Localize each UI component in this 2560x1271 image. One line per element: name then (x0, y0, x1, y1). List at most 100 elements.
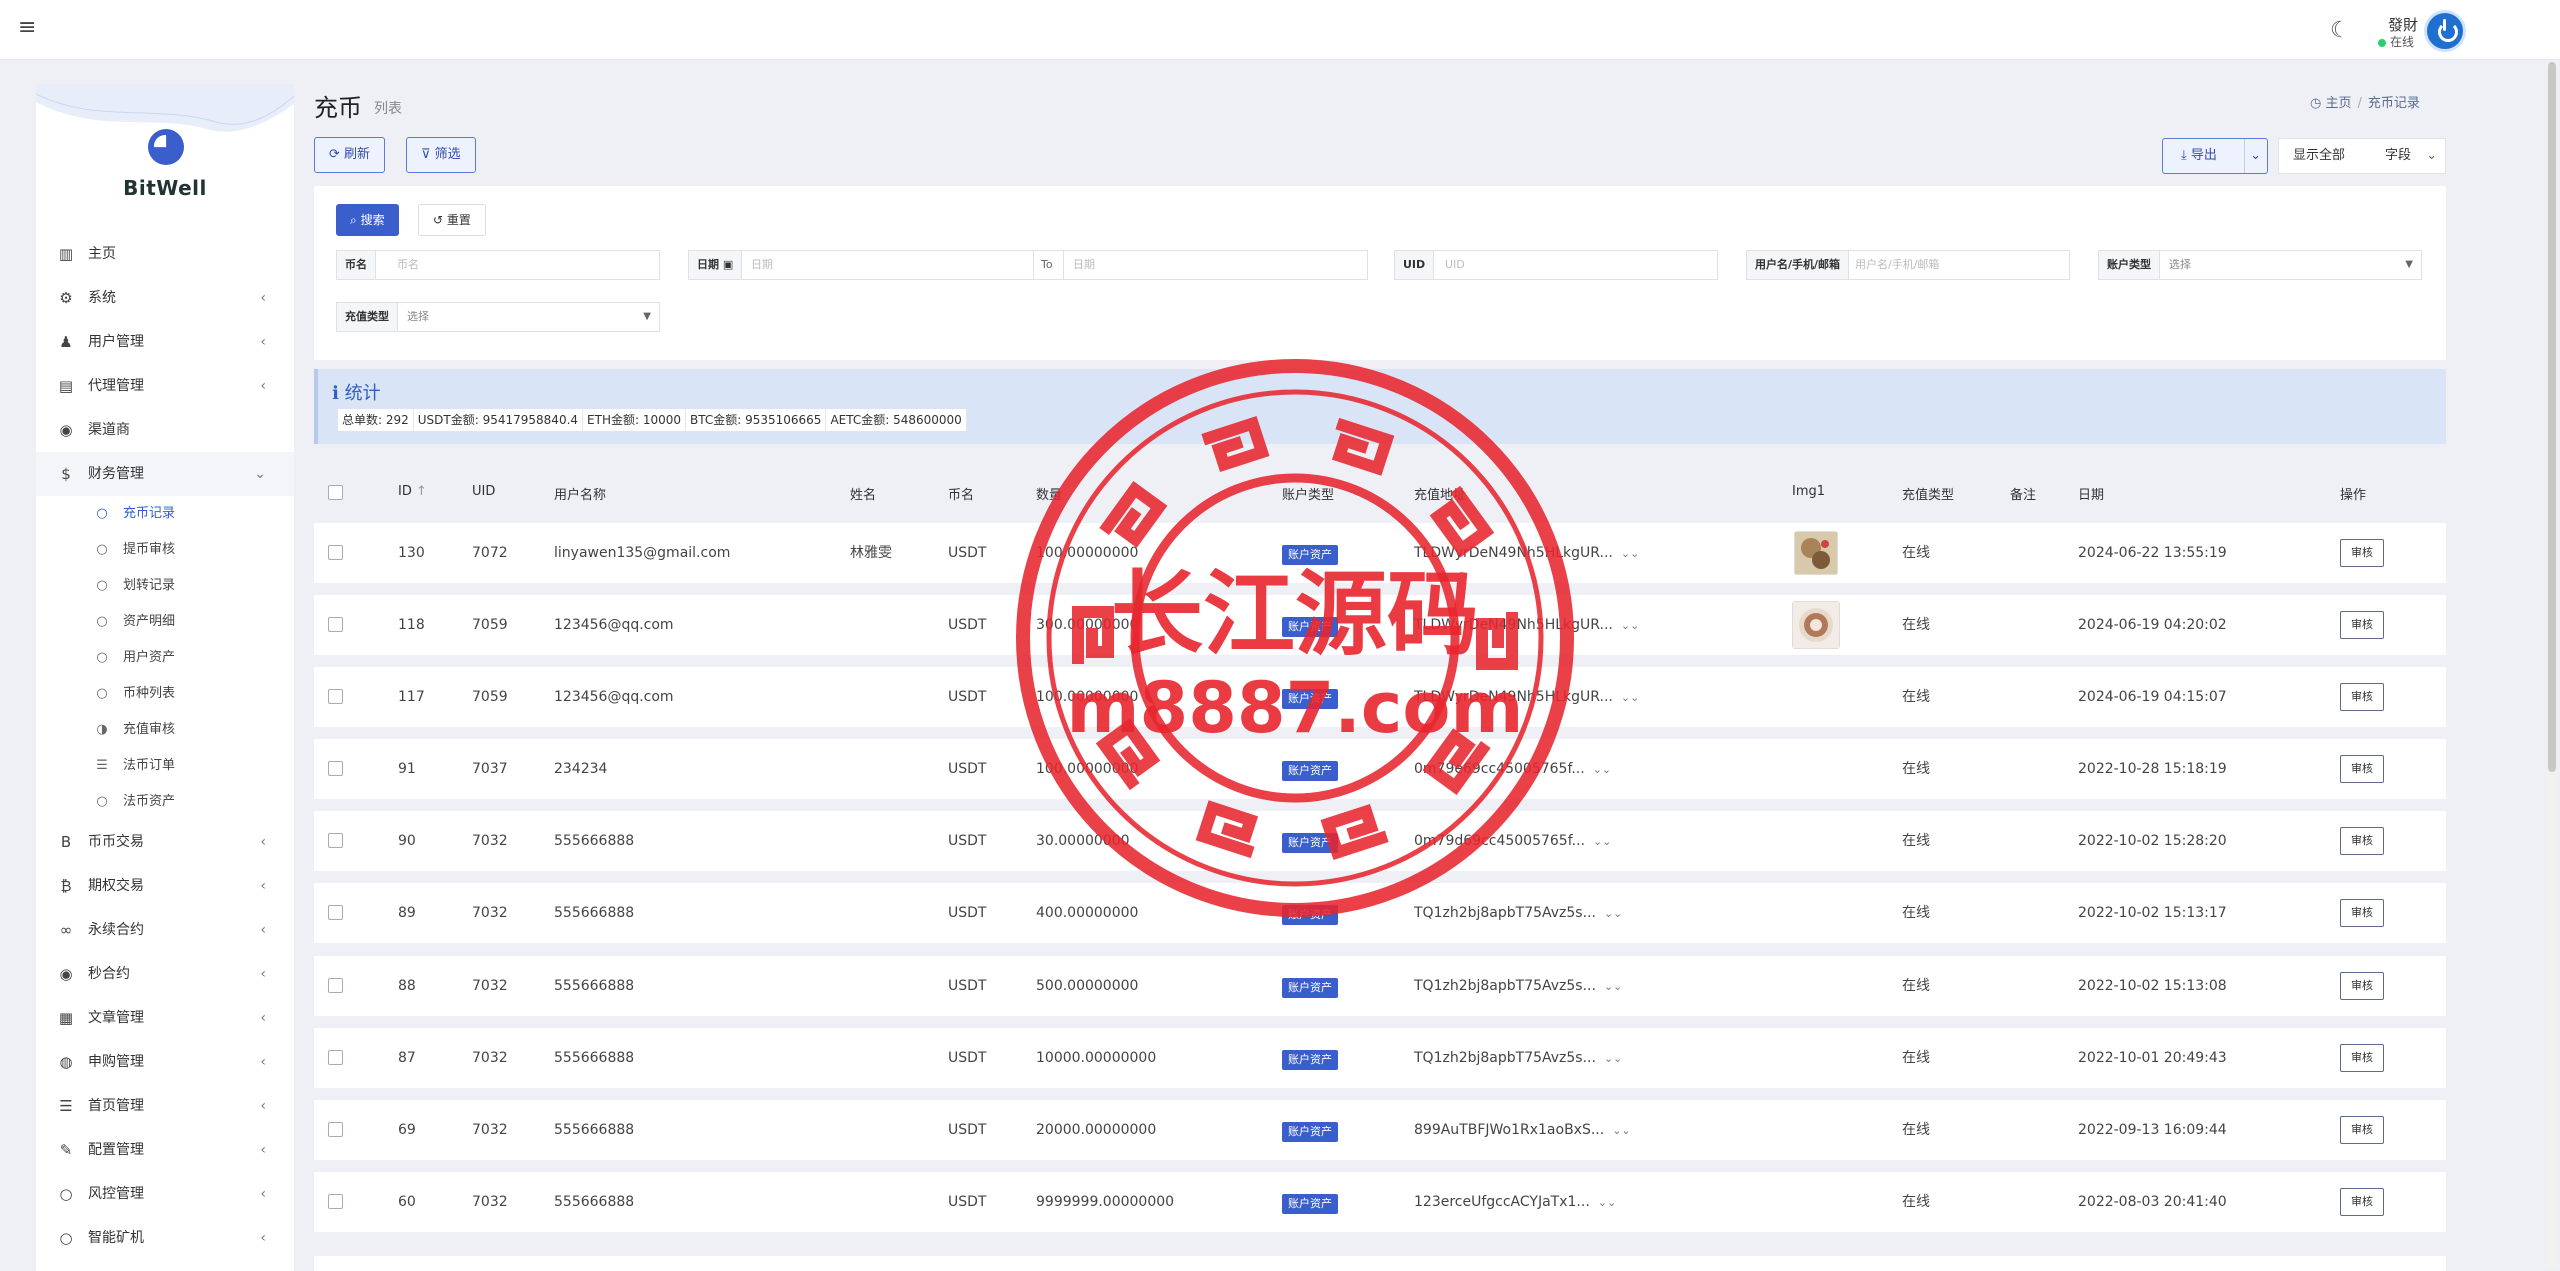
row-checkbox[interactable] (328, 978, 343, 993)
sidebar-subitem[interactable]: ○ 用户资产 (36, 640, 294, 676)
column-selector[interactable]: 显示全部 字段 ⌄ (2278, 138, 2446, 174)
sidebar-item[interactable]: ▥ 主页 (36, 232, 294, 276)
select-all-checkbox[interactable] (328, 485, 343, 500)
expand-chevron-icon[interactable]: ⌄⌄ (1604, 980, 1622, 993)
sidebar-subitem[interactable]: ○ 划转记录 (36, 568, 294, 604)
audit-button[interactable]: 审核 (2340, 1116, 2384, 1144)
cell-address[interactable]: TQ1zh2bj8apbT75Avz5s... ⌄⌄ (1414, 956, 1622, 1017)
sidebar-item[interactable]: ♟ 用户管理 ‹ (36, 320, 294, 364)
row-checkbox[interactable] (328, 689, 343, 704)
bitwell-logo-icon[interactable] (148, 129, 184, 165)
col-amount: 数量 (1036, 488, 1063, 503)
row-checkbox[interactable] (328, 1050, 343, 1065)
sidebar-subitem[interactable]: ○ 提币审核 (36, 532, 294, 568)
cell-address[interactable]: 123erceUfgccACYJaTx1... ⌄⌄ (1414, 1172, 1616, 1233)
audit-button[interactable]: 审核 (2340, 899, 2384, 927)
cell-address[interactable]: 0m79d69cc45005765f... ⌄⌄ (1414, 811, 1611, 872)
audit-button[interactable]: 审核 (2340, 1044, 2384, 1072)
app-name[interactable]: BitWell (36, 176, 294, 200)
sidebar-item[interactable]: B 币币交易 ‹ (36, 820, 294, 864)
expand-chevron-icon[interactable]: ⌄⌄ (1621, 619, 1639, 632)
breadcrumb: ◷ 主页 / 充币记录 (2310, 92, 2420, 111)
cell-coin: USDT (948, 761, 987, 777)
sidebar-subitem-label: 划转记录 (123, 578, 176, 593)
sidebar-item[interactable]: ∞ 永续合约 ‹ (36, 908, 294, 952)
thumbnail-image[interactable] (1794, 531, 1838, 575)
account-type-select[interactable]: 账户类型 选择 ▼ (2098, 250, 2422, 280)
breadcrumb-home[interactable]: 主页 (2325, 96, 2351, 111)
sidebar-item[interactable]: ▤ 代理管理 ‹ (36, 364, 294, 408)
row-checkbox[interactable] (328, 833, 343, 848)
cell-address[interactable]: TQ1zh2bj8apbT75Avz5s... ⌄⌄ (1414, 883, 1622, 944)
sidebar-item[interactable]: $ 财务管理 ⌄ (36, 452, 294, 496)
audit-button[interactable]: 审核 (2340, 755, 2384, 783)
col-id[interactable]: ID ↑ (398, 484, 427, 499)
expand-chevron-icon[interactable]: ⌄⌄ (1604, 907, 1622, 920)
sidebar-subitem[interactable]: ○ 币种列表 (36, 676, 294, 712)
audit-button[interactable]: 审核 (2340, 683, 2384, 711)
audit-button[interactable]: 审核 (2340, 972, 2384, 1000)
expand-chevron-icon[interactable]: ⌄⌄ (1604, 1052, 1622, 1065)
expand-chevron-icon[interactable]: ⌄⌄ (1612, 1124, 1630, 1137)
sidebar-item-label: 秒合约 (88, 966, 130, 982)
audit-button[interactable]: 审核 (2340, 1188, 2384, 1216)
search-button[interactable]: ⌕ 搜索 (336, 204, 399, 236)
row-checkbox[interactable] (328, 1194, 343, 1209)
expand-chevron-icon[interactable]: ⌄⌄ (1593, 763, 1611, 776)
sidebar-item[interactable]: ☰ 首页管理 ‹ (36, 1084, 294, 1128)
audit-button[interactable]: 审核 (2340, 539, 2384, 567)
filter-button[interactable]: ⊽ 筛选 (406, 137, 476, 173)
recharge-type-select[interactable]: 充值类型 选择 ▼ (336, 302, 660, 332)
expand-chevron-icon[interactable]: ⌄⌄ (1598, 1196, 1616, 1209)
sidebar-item[interactable]: ₿ 期权交易 ‹ (36, 864, 294, 908)
row-checkbox[interactable] (328, 617, 343, 632)
sidebar-subitem[interactable]: ☰ 法币订单 (36, 748, 294, 784)
fields-button[interactable]: 字段 (2385, 139, 2411, 173)
circle-icon: ○ (96, 650, 108, 665)
sidebar-item[interactable]: ▦ 文章管理 ‹ (36, 996, 294, 1040)
export-dropdown-icon[interactable]: ⌄ (2250, 139, 2261, 173)
sidebar-subitem[interactable]: ◑ 充值审核 (36, 712, 294, 748)
sidebar-item[interactable]: ⚙ 系统 ‹ (36, 276, 294, 320)
sidebar-item[interactable]: ◉ 秒合约 ‹ (36, 952, 294, 996)
refresh-button[interactable]: ⟳ 刷新 (314, 137, 386, 173)
date-range-field[interactable]: 日期 ▣ 日期 To 日期 (688, 250, 1368, 280)
sidebar-subitem[interactable]: ○ 法币资产 (36, 784, 294, 820)
cell-address[interactable]: TQ1zh2bj8apbT75Avz5s... ⌄⌄ (1414, 1028, 1622, 1089)
coin-field[interactable]: 币名 币名 (336, 250, 660, 280)
reset-button[interactable]: ↺ 重置 (418, 204, 486, 236)
search-panel: ⌕ 搜索 ↺ 重置 币名 币名 日期 ▣ 日期 To 日期 UID UID 用户… (314, 186, 2446, 360)
avatar[interactable] (2424, 10, 2466, 52)
row-checkbox[interactable] (328, 905, 343, 920)
audit-button[interactable]: 审核 (2340, 827, 2384, 855)
export-button[interactable]: ⤓ 导出 ⌄ (2162, 138, 2268, 174)
hamburger-menu-icon[interactable]: ≡ (18, 17, 38, 39)
sidebar-item[interactable]: ◍ 申购管理 ‹ (36, 1040, 294, 1084)
user-name[interactable]: 發財 (2388, 14, 2418, 35)
expand-chevron-icon[interactable]: ⌄⌄ (1621, 547, 1639, 560)
show-all-button[interactable]: 显示全部 (2293, 139, 2345, 173)
cell-address[interactable]: TLDWyrDeN49Nh5HLkgUR... ⌄⌄ (1414, 523, 1639, 584)
sidebar-subitem[interactable]: ○ 充币记录 (36, 496, 294, 532)
row-checkbox[interactable] (328, 761, 343, 776)
row-checkbox[interactable] (328, 545, 343, 560)
sidebar-item[interactable]: ○ 智能矿机 ‹ (36, 1216, 294, 1260)
sidebar-item[interactable]: ◉ 渠道商 (36, 408, 294, 452)
page-scrollbar[interactable] (2546, 62, 2558, 1269)
cell-address[interactable]: 899AuTBFJWo1Rx1aoBxS... ⌄⌄ (1414, 1100, 1631, 1161)
scrollbar-thumb[interactable] (2548, 62, 2556, 772)
row-checkbox[interactable] (328, 1122, 343, 1137)
expand-chevron-icon[interactable]: ⌄⌄ (1621, 691, 1639, 704)
sidebar-item[interactable]: ○ 风控管理 ‹ (36, 1172, 294, 1216)
audit-button[interactable]: 审核 (2340, 611, 2384, 639)
cell-address[interactable]: TLDWyrDeN49Nh5HLkgUR... ⌄⌄ (1414, 595, 1639, 656)
thumbnail-image[interactable] (1792, 601, 1840, 649)
cell-address[interactable]: 0m79e69cc45005765f... ⌄⌄ (1414, 739, 1611, 800)
dark-mode-moon-icon[interactable]: ☾ (2330, 18, 2350, 43)
sidebar-item[interactable]: ✎ 配置管理 ‹ (36, 1128, 294, 1172)
expand-chevron-icon[interactable]: ⌄⌄ (1593, 835, 1611, 848)
user-field[interactable]: 用户名/手机/邮箱 用户名/手机/邮箱 (1746, 250, 2070, 280)
cell-address[interactable]: TLDWyrDeN49Nh5HLkgUR... ⌄⌄ (1414, 667, 1639, 728)
sidebar-subitem[interactable]: ○ 资产明细 (36, 604, 294, 640)
uid-field[interactable]: UID UID (1394, 250, 1718, 280)
